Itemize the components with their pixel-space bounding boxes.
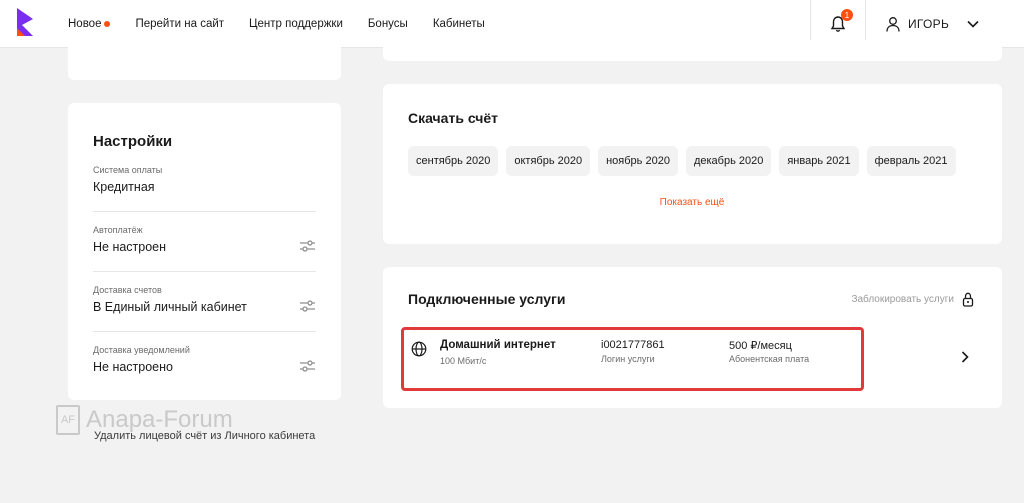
setting-payment-system: Система оплаты Кредитная	[93, 165, 316, 194]
service-row-home-internet[interactable]: Домашний интернет 100 Мбит/с i0021777861…	[401, 327, 864, 391]
sliders-icon[interactable]	[299, 299, 316, 313]
rostelecom-logo[interactable]	[14, 6, 36, 40]
service-price-label: Абонентская плата	[729, 354, 810, 364]
services-card: Подключенные услуги Заблокировать услуги…	[383, 267, 1002, 408]
invoice-title: Скачать счёт	[408, 110, 499, 126]
setting-value: Не настроен	[93, 240, 167, 254]
block-services-label: Заблокировать услуги	[851, 294, 954, 305]
setting-label: Доставка счетов	[93, 285, 162, 295]
service-price: 500 ₽/месяц	[729, 340, 792, 352]
service-login: i0021777861	[601, 339, 665, 351]
block-services-button[interactable]: Заблокировать услуги	[851, 292, 974, 307]
setting-label: Система оплаты	[93, 165, 163, 175]
nav-bonuses[interactable]: Бонусы	[368, 18, 408, 30]
chevron-down-icon	[967, 20, 979, 28]
nav-new-label: Новое	[68, 18, 102, 30]
lock-icon	[962, 292, 974, 307]
new-indicator-dot	[104, 21, 111, 27]
invoice-card: Скачать счёт сентябрь 2020 октябрь 2020 …	[383, 84, 1002, 244]
user-icon	[886, 17, 900, 32]
delete-account-link[interactable]: Удалить лицевой счёт из Личного кабинета	[94, 430, 315, 442]
invoice-month-chip[interactable]: январь 2021	[779, 146, 859, 176]
settings-divider	[93, 331, 316, 332]
service-login-label: Логин услуги	[601, 354, 655, 364]
setting-label: Доставка уведомлений	[93, 345, 190, 355]
globe-icon	[411, 341, 427, 357]
setting-value: Не настроено	[93, 360, 173, 374]
services-title: Подключенные услуги	[408, 291, 566, 307]
setting-autopay[interactable]: Автоплатёж Не настроен	[93, 225, 316, 254]
invoice-months: сентябрь 2020 октябрь 2020 ноябрь 2020 д…	[408, 146, 964, 176]
setting-value: Кредитная	[93, 180, 155, 194]
sliders-icon[interactable]	[299, 359, 316, 373]
notifications-badge: 1	[841, 9, 853, 21]
settings-divider	[93, 211, 316, 212]
setting-invoice-delivery[interactable]: Доставка счетов В Единый личный кабинет	[93, 285, 316, 314]
nav-cabinets[interactable]: Кабинеты	[433, 18, 485, 30]
setting-label: Автоплатёж	[93, 225, 143, 235]
show-more-link[interactable]: Показать ещё	[383, 197, 1001, 208]
settings-card: Настройки Система оплаты Кредитная Автоп…	[68, 103, 341, 400]
service-name: Домашний интернет	[440, 339, 556, 351]
nav-new[interactable]: Новое	[68, 18, 111, 30]
invoice-month-chip[interactable]: февраль 2021	[866, 146, 956, 176]
right-top-card	[383, 40, 1002, 61]
nav-site[interactable]: Перейти на сайт	[135, 18, 224, 30]
user-name: ИГОРЬ	[908, 17, 950, 31]
invoice-month-chip[interactable]: сентябрь 2020	[408, 146, 499, 176]
watermark-badge: AF	[56, 405, 80, 435]
settings-divider	[93, 271, 316, 272]
setting-notification-delivery[interactable]: Доставка уведомлений Не настроено	[93, 345, 316, 374]
invoice-month-chip[interactable]: декабрь 2020	[685, 146, 772, 176]
service-speed: 100 Мбит/с	[440, 356, 487, 366]
left-top-card	[68, 40, 341, 80]
setting-value: В Единый личный кабинет	[93, 300, 247, 314]
invoice-month-chip[interactable]: ноябрь 2020	[598, 146, 678, 176]
chevron-right-icon[interactable]	[961, 351, 969, 363]
invoice-month-chip[interactable]: октябрь 2020	[506, 146, 591, 176]
settings-title: Настройки	[93, 133, 173, 150]
sliders-icon[interactable]	[299, 239, 316, 253]
nav-support[interactable]: Центр поддержки	[249, 18, 343, 30]
